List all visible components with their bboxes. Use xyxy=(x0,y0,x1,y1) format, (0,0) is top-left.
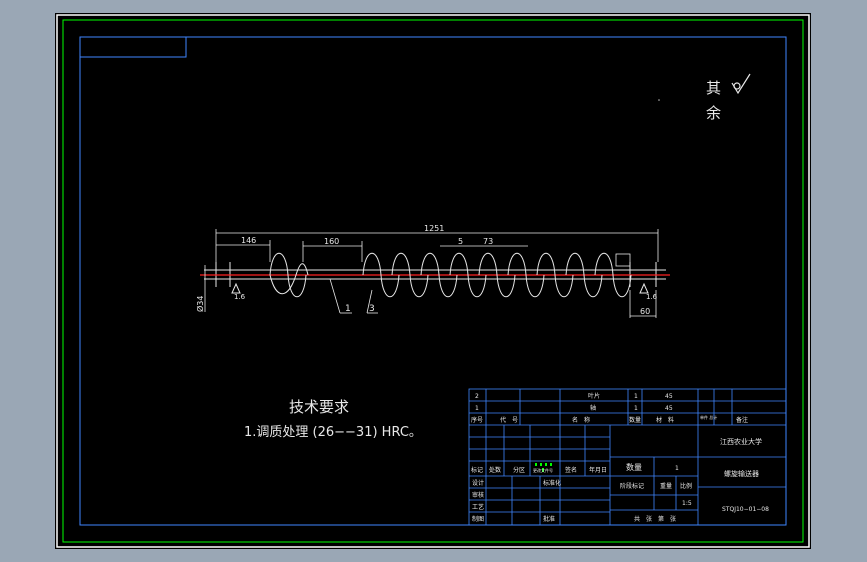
dim-small-gap: 5 xyxy=(458,237,463,246)
row1-name: 轴 xyxy=(590,404,596,412)
header-name: 名 称 xyxy=(572,416,590,424)
drawing-number: STQJ10−01−08 xyxy=(722,506,769,513)
header-code: 代 号 xyxy=(500,416,518,424)
qty-label: 数量 xyxy=(626,462,642,472)
scale-value: 1:5 xyxy=(682,500,692,507)
dim-right-end: 60 xyxy=(640,307,650,316)
label-count: 处数 xyxy=(489,466,501,474)
header-qty: 数量 xyxy=(629,416,641,424)
header-note: 备注 xyxy=(736,416,748,424)
label-process: 工艺 xyxy=(472,503,484,511)
row2-material: 45 xyxy=(665,393,673,400)
surface-note-2: 余 xyxy=(706,104,721,122)
label-design: 设计 xyxy=(472,479,484,487)
dim-left-part: 146 xyxy=(241,236,256,245)
row2-no: 2 xyxy=(475,393,479,400)
stray-dot xyxy=(658,99,660,101)
label-zone: 分区 xyxy=(513,466,525,474)
label-approve: 批准 xyxy=(543,515,555,523)
sheet-info: 共 张 第 张 xyxy=(634,515,676,523)
label-drafter: 制图 xyxy=(472,515,484,523)
dim-overall: 1251 xyxy=(424,224,444,233)
label-date: 年月日 xyxy=(589,466,607,474)
school-name: 江西农业大学 xyxy=(720,437,762,446)
row1-material: 45 xyxy=(665,405,673,412)
header-material: 材 料 xyxy=(656,416,674,424)
header-no: 序号 xyxy=(471,416,483,424)
dim-right-label: 1.6 xyxy=(646,293,658,301)
label-std: 标准化 xyxy=(543,479,561,487)
cad-drawing: 其 余 1251 146 160 5 73 60 1.6 1.6 Ø34 1 3… xyxy=(55,13,811,549)
stage-label: 阶段标记 xyxy=(620,482,644,490)
tech-requirements-title: 技术要求 xyxy=(289,398,349,416)
callout-3: 3 xyxy=(369,304,375,314)
row1-qty: 1 xyxy=(634,405,638,412)
dim-pitch: 73 xyxy=(483,237,493,246)
scale-label: 比例 xyxy=(680,482,692,490)
qty-value: 1 xyxy=(675,465,679,472)
label-check: 审核 xyxy=(472,491,484,499)
label-change-doc: 更改文件号 xyxy=(533,467,553,473)
dim-left-label: 1.6 xyxy=(234,293,246,301)
label-sign: 签名 xyxy=(565,466,577,474)
row2-name: 叶片 xyxy=(588,392,600,400)
row2-qty: 1 xyxy=(634,393,638,400)
header-weight: 单件 总计 xyxy=(700,414,717,420)
surface-note-1: 其 xyxy=(706,79,721,97)
dim-diameter: Ø34 xyxy=(195,296,205,312)
drawing-name: 螺旋输送器 xyxy=(724,469,759,478)
row1-no: 1 xyxy=(475,405,479,412)
dim-second-part: 160 xyxy=(324,237,339,246)
callout-1: 1 xyxy=(345,304,351,314)
tech-requirements-item1: 1.调质处理 (26−−31) HRC。 xyxy=(244,425,422,440)
weight-label: 重量 xyxy=(660,482,672,490)
label-mark: 标记 xyxy=(471,466,483,474)
